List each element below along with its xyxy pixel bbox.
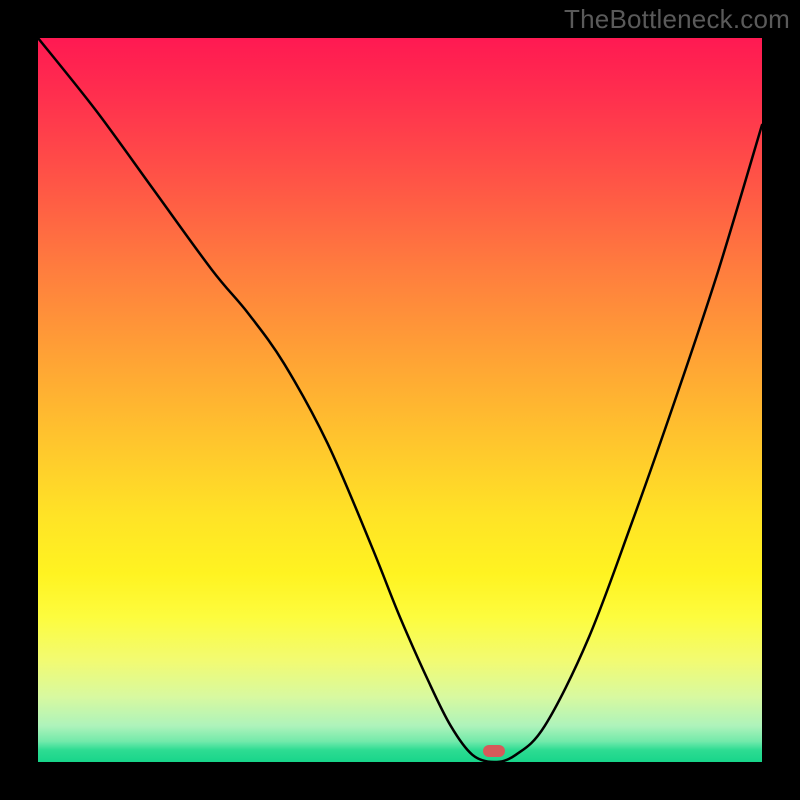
chart-frame: TheBottleneck.com [0,0,800,800]
bottleneck-curve [38,38,762,762]
plot-area [38,38,762,762]
optimal-marker [483,745,505,757]
watermark-text: TheBottleneck.com [564,4,790,35]
